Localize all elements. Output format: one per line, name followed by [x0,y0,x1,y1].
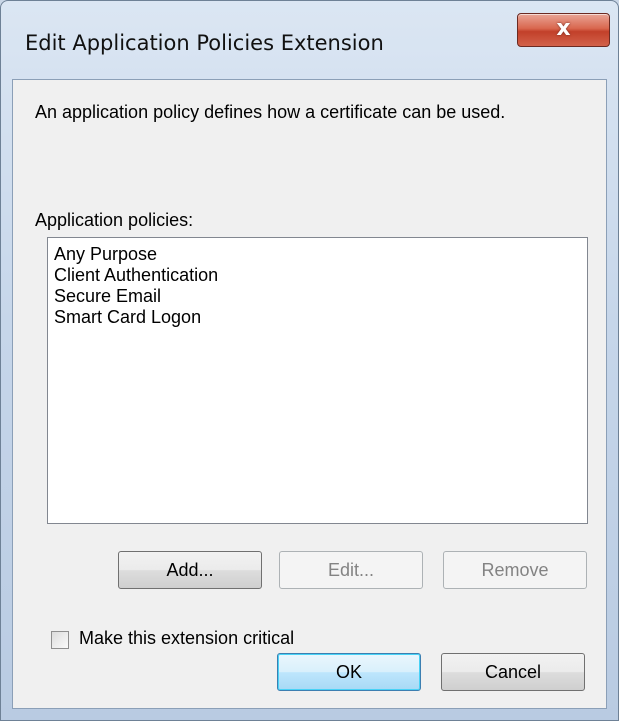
critical-checkbox-label[interactable]: Make this extension critical [79,628,294,649]
close-button[interactable]: x [517,13,610,47]
description-text: An application policy defines how a cert… [35,102,506,122]
close-icon: x [556,16,571,41]
dialog-body: An application policy defines how a cert… [12,79,607,709]
add-button[interactable]: Add... [118,551,262,589]
ok-button[interactable]: OK [277,653,421,691]
list-item[interactable]: Any Purpose [54,244,587,265]
list-item[interactable]: Secure Email [54,286,587,307]
list-item[interactable]: Smart Card Logon [54,307,587,328]
title-bar[interactable]: Edit Application Policies Extension x [1,1,618,79]
list-item[interactable]: Client Authentication [54,265,587,286]
policies-label: Application policies: [35,210,194,230]
dialog-window: Edit Application Policies Extension x An… [0,0,619,721]
cancel-button[interactable]: Cancel [441,653,585,691]
policies-listbox[interactable]: Any Purpose Client Authentication Secure… [47,237,588,524]
window-title: Edit Application Policies Extension [25,31,384,55]
remove-button[interactable]: Remove [443,551,587,589]
critical-checkbox[interactable] [51,631,69,649]
edit-button[interactable]: Edit... [279,551,423,589]
